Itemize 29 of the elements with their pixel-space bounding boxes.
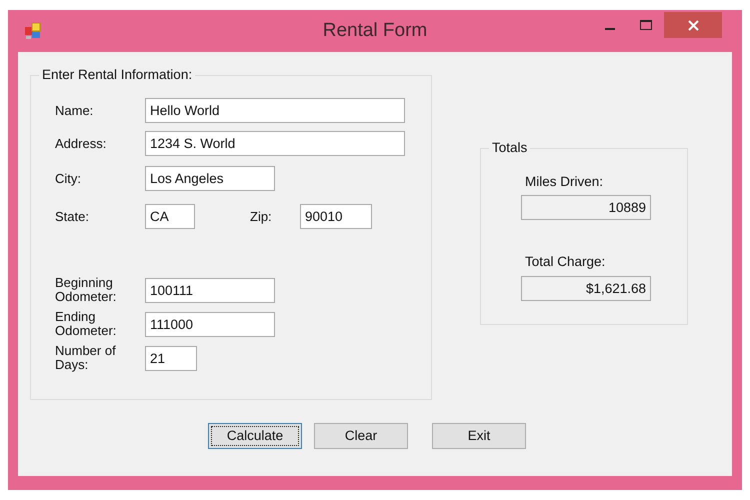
form-button[interactable]: Exit: [432, 423, 526, 449]
text-field[interactable]: Hello World: [145, 98, 405, 123]
text-field[interactable]: 111000: [145, 312, 275, 336]
field-label: Beginning Odometer:: [55, 276, 118, 304]
field-label: City:: [55, 172, 82, 186]
app-icon: [24, 22, 42, 40]
field-label: Number of Days:: [55, 344, 117, 372]
field-label: Name:: [55, 104, 94, 118]
minimize-icon: [605, 28, 615, 30]
text-field[interactable]: 1234 S. World: [145, 131, 405, 156]
readonly-field[interactable]: 10889: [521, 195, 651, 220]
form-button[interactable]: Calculate: [208, 423, 302, 449]
text-field[interactable]: CA: [145, 204, 195, 229]
close-button[interactable]: [664, 12, 722, 38]
close-icon: [688, 20, 698, 30]
field-label: State:: [55, 210, 90, 224]
field-label: Miles Driven:: [525, 173, 604, 191]
maximize-icon: [640, 20, 652, 30]
text-field[interactable]: 21: [145, 346, 197, 370]
text-field[interactable]: Los Angeles: [145, 166, 275, 191]
field-label: Address:: [55, 136, 108, 150]
window-title: Rental Form: [322, 18, 428, 43]
field-label: Zip:: [250, 210, 273, 224]
form-button[interactable]: Clear: [314, 423, 408, 449]
field-label: Ending Odometer:: [55, 310, 118, 338]
readonly-field[interactable]: $1,621.68: [521, 276, 651, 300]
field-label: Total Charge:: [525, 253, 606, 272]
text-field[interactable]: 90010: [300, 204, 372, 229]
text-field[interactable]: 100111: [145, 278, 275, 302]
